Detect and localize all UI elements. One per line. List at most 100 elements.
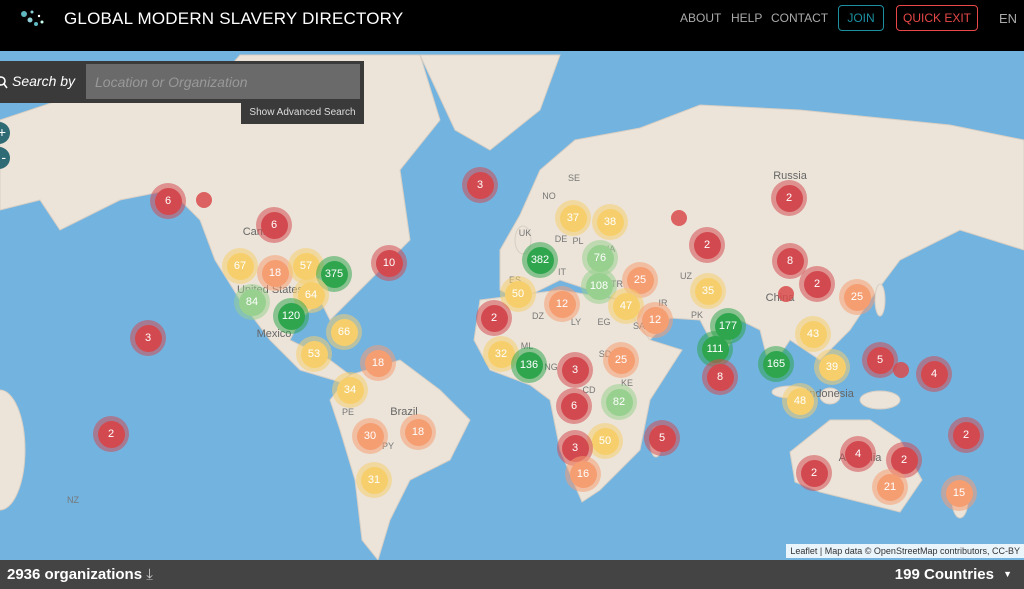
- cluster-count: 18: [404, 418, 432, 446]
- cluster-count: 12: [548, 290, 576, 318]
- organization-count[interactable]: 2936 organizations ⤓: [7, 566, 153, 583]
- show-advanced-search-button[interactable]: Show Advanced Search: [241, 103, 364, 124]
- map-attribution[interactable]: Leaflet | Map data © OpenStreetMap contr…: [786, 544, 1024, 558]
- cluster-marker[interactable]: 2: [93, 416, 129, 452]
- cluster-marker[interactable]: 39: [814, 349, 850, 385]
- cluster-count: 66: [330, 318, 358, 346]
- cluster-marker[interactable]: 31: [356, 462, 392, 498]
- nav-about[interactable]: ABOUT: [680, 11, 721, 25]
- cluster-marker[interactable]: 2: [476, 300, 512, 336]
- cluster-marker[interactable]: 5: [644, 420, 680, 456]
- cluster-count: 48: [786, 387, 814, 415]
- cluster-count: 2: [97, 420, 125, 448]
- cluster-marker[interactable]: 15: [941, 475, 977, 511]
- cluster-marker[interactable]: 82: [601, 384, 637, 420]
- country-label: NO: [542, 191, 556, 201]
- cluster-marker[interactable]: 67: [222, 248, 258, 284]
- cluster-marker[interactable]: 25: [839, 279, 875, 315]
- cluster-marker[interactable]: 18: [360, 345, 396, 381]
- world-map[interactable]: RussiaCanadaUnited StatesMexicoBrazilChi…: [0, 51, 1024, 560]
- cluster-count: 12: [641, 306, 669, 334]
- location-marker[interactable]: [778, 286, 794, 302]
- cluster-marker[interactable]: 382: [522, 242, 558, 278]
- countries-dropdown[interactable]: 199 Countries: [895, 566, 994, 583]
- cluster-marker[interactable]: 18: [400, 414, 436, 450]
- cluster-count: 21: [876, 473, 904, 501]
- cluster-count: 18: [261, 259, 289, 287]
- cluster-count: 43: [799, 320, 827, 348]
- cluster-count: 35: [694, 277, 722, 305]
- cluster-marker[interactable]: 6: [150, 183, 186, 219]
- cluster-marker[interactable]: 2: [689, 227, 725, 263]
- search-bar: Search by: [0, 61, 364, 103]
- cluster-marker[interactable]: 53: [296, 336, 332, 372]
- cluster-marker[interactable]: 2: [796, 455, 832, 491]
- cluster-marker[interactable]: 120: [273, 298, 309, 334]
- cluster-count: 2: [952, 421, 980, 449]
- cluster-count: 67: [226, 252, 254, 280]
- cluster-marker[interactable]: 4: [840, 436, 876, 472]
- cluster-marker[interactable]: 37: [555, 200, 591, 236]
- cluster-marker[interactable]: 5: [862, 342, 898, 378]
- cluster-count: 136: [515, 351, 543, 379]
- cluster-marker[interactable]: 3: [462, 167, 498, 203]
- cluster-marker[interactable]: 2: [948, 417, 984, 453]
- cluster-count: 4: [844, 440, 872, 468]
- cluster-marker[interactable]: 18: [257, 255, 293, 291]
- cluster-marker[interactable]: 3: [130, 320, 166, 356]
- language-selector[interactable]: EN: [999, 11, 1017, 26]
- cluster-count: 30: [356, 422, 384, 450]
- cluster-marker[interactable]: 2: [799, 266, 835, 302]
- search-input[interactable]: [86, 64, 360, 99]
- cluster-marker[interactable]: 30: [352, 418, 388, 454]
- cluster-marker[interactable]: 66: [326, 314, 362, 350]
- logo[interactable]: [4, 2, 48, 42]
- nav-help[interactable]: HELP: [731, 11, 762, 25]
- cluster-marker[interactable]: 6: [256, 207, 292, 243]
- download-icon[interactable]: ⤓: [146, 566, 153, 583]
- location-marker[interactable]: [196, 192, 212, 208]
- country-label: PK: [690, 310, 704, 320]
- site-title[interactable]: GLOBAL MODERN SLAVERY DIRECTORY: [64, 9, 403, 29]
- join-button[interactable]: JOIN: [838, 5, 884, 31]
- cluster-marker[interactable]: 25: [603, 342, 639, 378]
- cluster-count: 50: [504, 280, 532, 308]
- cluster-marker[interactable]: 21: [872, 469, 908, 505]
- cluster-count: 16: [569, 460, 597, 488]
- cluster-count: 2: [480, 304, 508, 332]
- cluster-count: 8: [706, 363, 734, 391]
- cluster-count: 3: [466, 171, 494, 199]
- cluster-marker[interactable]: 2: [771, 180, 807, 216]
- country-label: DE: [554, 234, 568, 244]
- cluster-marker[interactable]: 38: [592, 204, 628, 240]
- cluster-marker[interactable]: 34: [332, 372, 368, 408]
- cluster-count: 2: [803, 270, 831, 298]
- cluster-marker[interactable]: 8: [702, 359, 738, 395]
- country-label: UK: [518, 228, 532, 238]
- cluster-marker[interactable]: 84: [234, 284, 270, 320]
- cluster-marker[interactable]: 12: [637, 302, 673, 338]
- cluster-marker[interactable]: 50: [587, 423, 623, 459]
- cluster-count: 37: [559, 204, 587, 232]
- cluster-count: 18: [364, 349, 392, 377]
- cluster-marker[interactable]: 16: [565, 456, 601, 492]
- cluster-marker[interactable]: 12: [544, 286, 580, 322]
- cluster-marker[interactable]: 48: [782, 383, 818, 419]
- chevron-down-icon[interactable]: ▼: [1003, 569, 1012, 579]
- cluster-marker[interactable]: 10: [371, 245, 407, 281]
- country-label: IT: [558, 267, 566, 277]
- cluster-count: 34: [336, 376, 364, 404]
- cluster-marker[interactable]: 6: [556, 388, 592, 424]
- quick-exit-button[interactable]: QUICK EXIT: [896, 5, 978, 31]
- cluster-marker[interactable]: 136: [511, 347, 547, 383]
- location-marker[interactable]: [671, 210, 687, 226]
- cluster-marker[interactable]: 165: [758, 346, 794, 382]
- header: GLOBAL MODERN SLAVERY DIRECTORY ABOUT HE…: [0, 0, 1024, 51]
- cluster-marker[interactable]: 4: [916, 356, 952, 392]
- cluster-count: 120: [277, 302, 305, 330]
- cluster-marker[interactable]: 35: [690, 273, 726, 309]
- cluster-marker[interactable]: 3: [557, 352, 593, 388]
- nav-contact[interactable]: CONTACT: [771, 11, 828, 25]
- cluster-count: 382: [526, 246, 554, 274]
- cluster-marker[interactable]: 43: [795, 316, 831, 352]
